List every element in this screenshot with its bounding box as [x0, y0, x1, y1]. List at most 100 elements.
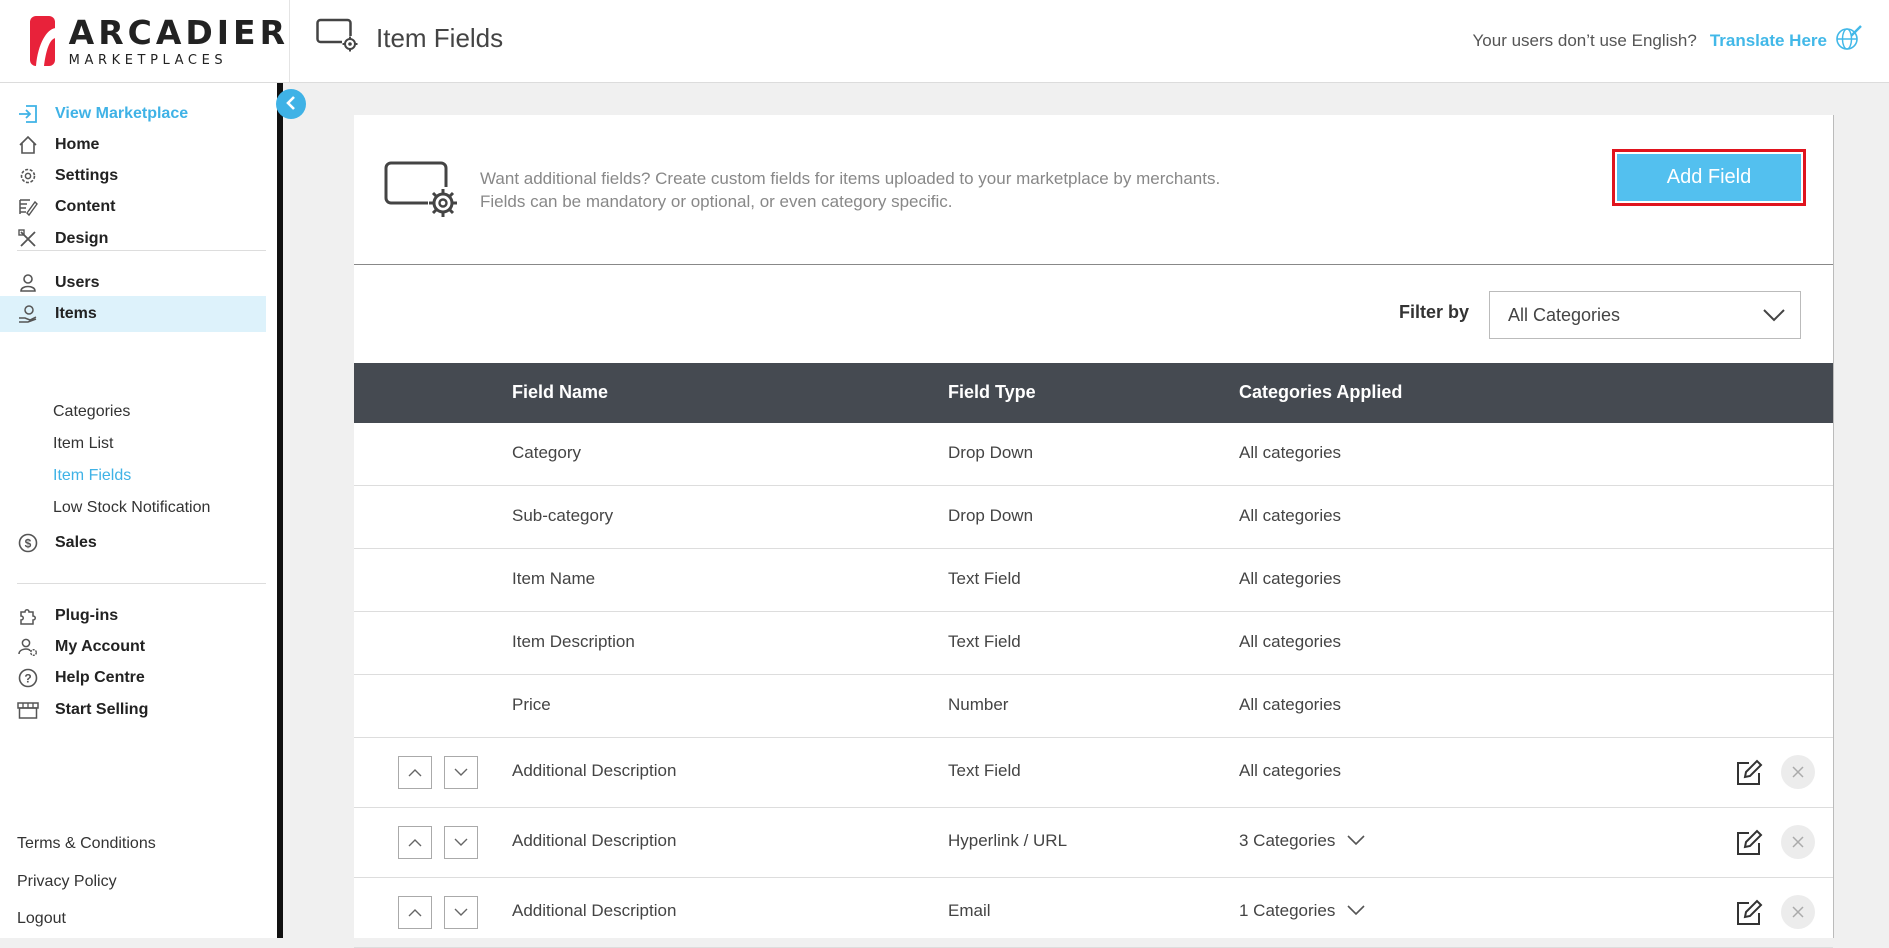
intro-description: Want additional fields? Create custom fi…	[480, 167, 1220, 213]
content-icon	[17, 196, 39, 218]
translate-question: Your users don’t use English?	[1472, 30, 1697, 50]
field-name: Item Description	[512, 632, 635, 651]
table-row: Sub-category Drop Down All categories	[354, 486, 1833, 549]
sidebar-item-start-selling[interactable]: Start Selling	[0, 692, 266, 728]
delete-icon[interactable]	[1781, 825, 1815, 859]
add-field-button[interactable]: Add Field	[1617, 154, 1801, 201]
filter-selected-value: All Categories	[1508, 304, 1621, 325]
sidebar-item-label: Content	[55, 198, 116, 215]
edit-icon[interactable]	[1735, 899, 1763, 932]
field-type: Text Field	[948, 632, 1021, 651]
field-categories: All categories	[1239, 443, 1342, 462]
move-up-button[interactable]	[398, 826, 432, 859]
intro-line-2: Fields can be mandatory or optional, or …	[480, 192, 953, 211]
svg-text:$: $	[25, 537, 32, 551]
sidebar-item-label: View Marketplace	[55, 105, 189, 122]
sidebar-item-label: Sales	[55, 534, 97, 551]
chevron-down-icon	[1762, 306, 1786, 329]
sidebar-item-label: Users	[55, 274, 100, 291]
gear-icon	[17, 165, 39, 187]
sidebar-item-label: Start Selling	[55, 701, 149, 718]
field-categories: All categories	[1239, 506, 1342, 525]
page-title: Item Fields	[376, 23, 504, 53]
field-name: Category	[512, 443, 581, 462]
sidebar-item-items[interactable]: Items	[0, 296, 266, 332]
sidebar-item-content[interactable]: Content	[0, 189, 266, 225]
table-row: Item Description Text Field All categori…	[354, 612, 1833, 675]
page-header: Item Fields	[316, 18, 503, 59]
move-up-button[interactable]	[398, 756, 432, 789]
filter-label: Filter by	[1399, 302, 1470, 322]
delete-icon[interactable]	[1781, 895, 1815, 929]
field-type: Hyperlink / URL	[948, 831, 1068, 850]
field-categories: All categories	[1239, 632, 1342, 651]
sidebar-item-help-centre[interactable]: ? Help Centre	[0, 660, 266, 696]
header-categories-applied: Categories Applied	[1239, 382, 1403, 402]
sidebar-sub-categories[interactable]: Categories	[53, 403, 130, 421]
intro-section: Want additional fields? Create custom fi…	[354, 115, 1833, 265]
sidebar-divider	[17, 583, 266, 584]
table-row: Additional Description Text Field All ca…	[354, 738, 1833, 808]
field-type: Email	[948, 901, 991, 920]
add-field-highlight: Add Field	[1612, 149, 1806, 206]
field-categories: 1 Categories	[1239, 901, 1336, 920]
globe-pencil-icon[interactable]	[1835, 24, 1863, 57]
chevron-down-icon	[1347, 901, 1365, 921]
table-row: Price Number All categories	[354, 675, 1833, 738]
table-row: Item Name Text Field All categories	[354, 549, 1833, 612]
sidebar-item-design[interactable]: Design	[0, 221, 266, 257]
chevron-down-icon	[1347, 831, 1365, 851]
field-name: Sub-category	[512, 506, 614, 525]
header-field-type: Field Type	[948, 382, 1036, 402]
field-type: Drop Down	[948, 506, 1034, 525]
svg-text:?: ?	[24, 672, 31, 686]
store-icon	[17, 699, 39, 721]
field-categories: All categories	[1239, 569, 1342, 588]
item-fields-icon	[316, 18, 360, 59]
field-categories-dropdown[interactable]: 1 Categories	[1239, 901, 1365, 921]
items-hand-icon	[17, 303, 39, 325]
sidebar-item-label: Items	[55, 305, 97, 322]
top-header: ARCADIER MARKETPLACES Item Fields Your u…	[0, 0, 1889, 83]
home-icon	[17, 134, 39, 156]
account-gear-icon	[17, 636, 39, 658]
move-up-button[interactable]	[398, 896, 432, 929]
header-field-name: Field Name	[512, 382, 609, 402]
sidebar-item-label: Design	[55, 230, 109, 247]
field-type: Number	[948, 695, 1009, 714]
sidebar-sub-low-stock[interactable]: Low Stock Notification	[53, 499, 210, 517]
move-down-button[interactable]	[444, 826, 478, 859]
sidebar-item-sales[interactable]: $ Sales	[0, 525, 266, 561]
field-type: Text Field	[948, 761, 1021, 780]
intro-line-1: Want additional fields? Create custom fi…	[480, 169, 1221, 188]
translate-link[interactable]: Translate Here	[1710, 31, 1827, 51]
translate-bar: Your users don’t use English? Translate …	[1473, 24, 1863, 57]
design-tools-icon	[17, 228, 39, 250]
sidebar-collapse-button[interactable]	[276, 89, 306, 119]
privacy-link[interactable]: Privacy Policy	[17, 873, 117, 891]
edit-icon[interactable]	[1735, 759, 1763, 792]
sidebar-item-label: Plug-ins	[55, 607, 119, 624]
brand-logo[interactable]: ARCADIER MARKETPLACES	[0, 0, 290, 82]
field-categories: 3 Categories	[1239, 831, 1336, 850]
category-filter-select[interactable]: All Categories	[1489, 291, 1801, 339]
brand-tagline: MARKETPLACES	[68, 52, 228, 68]
sidebar-item-label: Settings	[55, 167, 119, 184]
sidebar-sub-item-fields[interactable]: Item Fields	[53, 467, 131, 485]
enter-icon	[17, 103, 39, 125]
edit-icon[interactable]	[1735, 829, 1763, 862]
terms-link[interactable]: Terms & Conditions	[17, 835, 156, 853]
sidebar-sub-item-list[interactable]: Item List	[53, 435, 113, 453]
sidebar: View Marketplace Home Settings Content D…	[0, 83, 283, 938]
field-name: Additional Description	[512, 901, 677, 920]
move-down-button[interactable]	[444, 756, 478, 789]
field-categories-dropdown[interactable]: 3 Categories	[1239, 831, 1365, 851]
delete-icon[interactable]	[1781, 755, 1815, 789]
help-icon: ?	[17, 667, 39, 689]
move-down-button[interactable]	[444, 896, 478, 929]
arcadier-logo-icon	[30, 16, 55, 66]
puzzle-icon	[17, 605, 39, 627]
logout-link[interactable]: Logout	[17, 910, 66, 928]
item-fields-panel: Want additional fields? Create custom fi…	[354, 115, 1834, 948]
dollar-icon: $	[17, 532, 39, 554]
